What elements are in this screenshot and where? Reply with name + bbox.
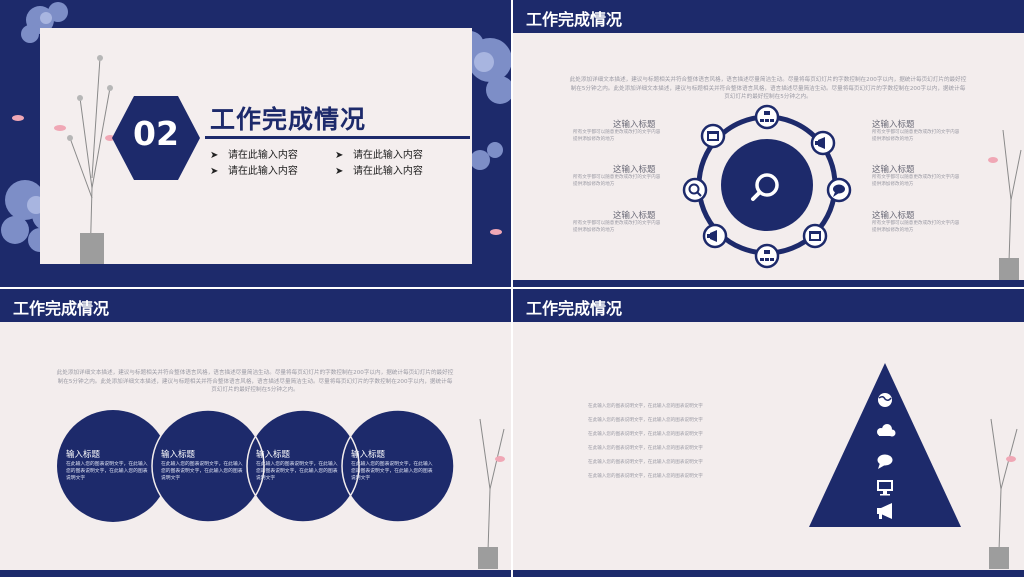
circle-group — [57, 409, 505, 569]
item-text: 所有文字都可以随意更改或改打的文字内容提供添加修改的地方 — [573, 175, 661, 187]
network-icon — [754, 104, 780, 130]
arrow-icon: ➤ — [335, 150, 344, 161]
ring-diagram — [682, 104, 1022, 280]
bullet-item: ➤ 请在此输入内容 — [335, 150, 423, 161]
circle-title: 输入标题 — [66, 450, 101, 460]
bullet-item: ➤ 请在此输入内容 — [335, 166, 423, 177]
chat-icon — [826, 177, 852, 203]
cover-title: 工作完成情况 — [210, 105, 367, 134]
circle-text: 在此输入您的图表说明文字，在此输入您的图表说明文字，在此输入您的图表说明文字 — [256, 462, 338, 481]
item-text: 所有文字都可以随意更改或改打的文字内容提供添加修改的地方 — [573, 130, 661, 142]
item-text: 所有文字都可以随意更改或改打的文字内容提供添加修改的地方 — [573, 221, 661, 233]
description-paragraph: 此处添加详细文本描述，建议与标题相关并符合整体语言风格，语言描述尽量简洁生动。尽… — [569, 77, 967, 100]
megaphone-icon — [810, 130, 836, 156]
footer-bar — [513, 280, 1024, 287]
search-icon — [682, 177, 708, 203]
circle-title: 输入标题 — [351, 450, 386, 460]
item-text: 所有文字都可以随意更改或改打的文字内容提供添加修改的地方 — [872, 130, 960, 142]
slide-header: 工作完成情况 — [513, 0, 1024, 33]
triangle-diagram — [809, 363, 1018, 569]
bullet-item: ➤ 请在此输入内容 — [210, 166, 298, 177]
center-circle — [721, 139, 813, 231]
slide-title: 工作完成情况 — [526, 10, 623, 29]
slide-cover[interactable]: 02 工作完成情况 ➤ 请在此输入内容 ➤ 请在此输入内容 ➤ 请在此输入内容 … — [0, 0, 511, 287]
footer-bar — [0, 570, 511, 577]
bullet-item: ➤ 请在此输入内容 — [210, 150, 298, 161]
slide-grid: 02 工作完成情况 ➤ 请在此输入内容 ➤ 请在此输入内容 ➤ 请在此输入内容 … — [0, 0, 1024, 577]
calendar-icon — [700, 123, 726, 149]
circle-text: 在此输入您的图表说明文字，在此输入您的图表说明文字，在此输入您的图表说明文字 — [66, 462, 148, 481]
arrow-icon: ➤ — [335, 166, 344, 177]
item-text: 所有文字都可以随意更改或改打的文字内容提供添加修改的地方 — [872, 175, 960, 187]
cover-panel: 02 工作完成情况 ➤ 请在此输入内容 ➤ 请在此输入内容 ➤ 请在此输入内容 … — [40, 28, 472, 264]
item-text: 所有文字都可以随意更改或改打的文字内容提供添加修改的地方 — [872, 221, 960, 233]
title-underline — [205, 136, 470, 139]
circle-text: 在此输入您的图表说明文字，在此输入您的图表说明文字，在此输入您的图表说明文字 — [351, 462, 433, 481]
circle-text: 在此输入您的图表说明文字，在此输入您的图表说明文字，在此输入您的图表说明文字 — [161, 462, 243, 481]
slide-ring-diagram[interactable]: 工作完成情况 此处添加详细文本描述，建议与标题相关并符合整体语言风格，语言描述尽… — [513, 0, 1024, 287]
slide-triangle[interactable]: 工作完成情况 在此输入您的图表说明文字，在此输入您的图表说明文字 在此输入您的图… — [513, 289, 1024, 577]
megaphone-icon — [702, 223, 728, 249]
arrow-icon: ➤ — [210, 166, 219, 177]
search-icon — [755, 173, 779, 197]
circle-title: 输入标题 — [161, 450, 196, 460]
slide-four-circles[interactable]: 工作完成情况 此处添加详细文本描述，建议与标题相关并符合整体语言风格，语言描述尽… — [0, 289, 511, 577]
network-icon — [754, 243, 780, 269]
section-number: 02 — [133, 114, 179, 153]
footer-bar — [513, 570, 1024, 577]
arrow-icon: ➤ — [210, 150, 219, 161]
calendar-icon — [802, 223, 828, 249]
circle-title: 输入标题 — [256, 450, 291, 460]
